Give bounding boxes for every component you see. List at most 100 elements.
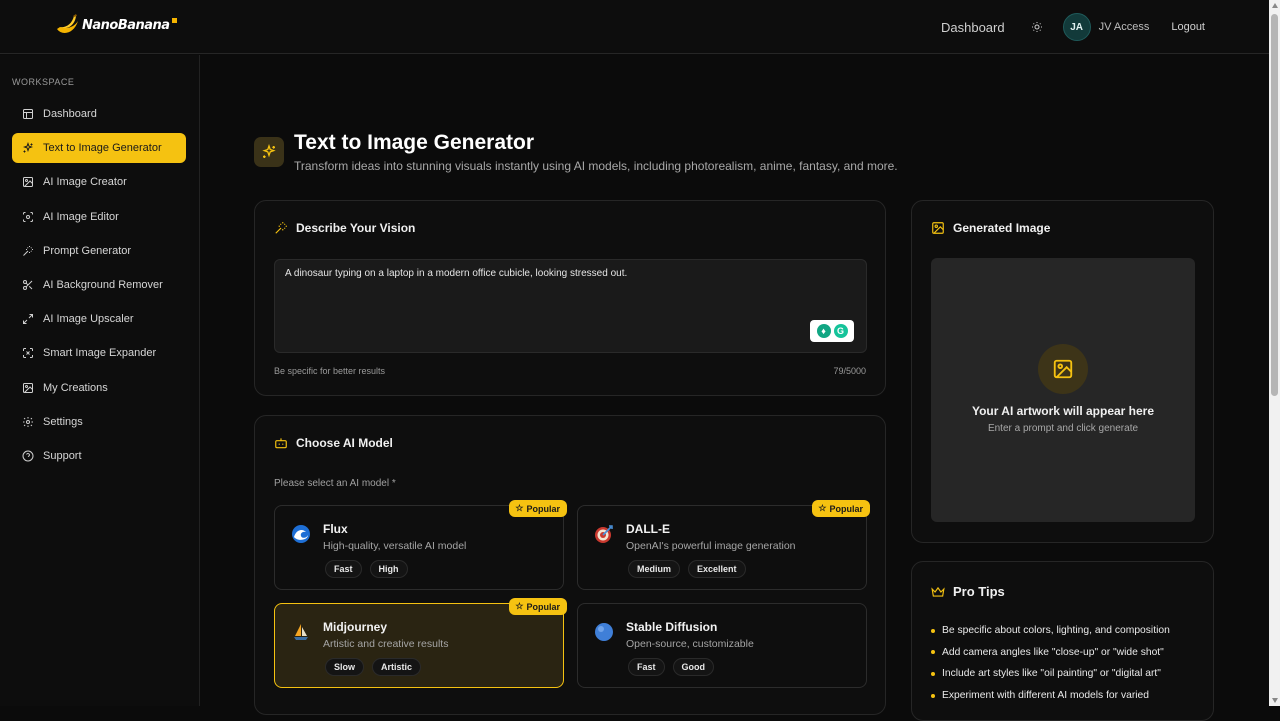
model-card: Choose AI Model Please select an AI mode… [254,415,886,715]
grammarly-widget[interactable]: ♦ G [810,320,854,342]
bullet-dot [931,650,935,655]
user-name[interactable]: JV Access [1099,21,1150,33]
top-dashboard-link[interactable]: Dashboard [941,20,1005,35]
sidebar-item-settings[interactable]: Settings [12,407,186,437]
banana-logo-icon [57,14,78,33]
model-title-text: Choose AI Model [296,436,393,450]
model-option-flux[interactable]: Flux High-quality, versatile AI model Fa… [274,500,567,590]
sparkles-icon [254,137,284,167]
model-option-stable-diffusion[interactable]: Stable Diffusion Open-source, customizab… [577,603,867,688]
wand-icon [274,221,288,235]
model-card-title: Choose AI Model [274,436,393,450]
bullet-dot [931,671,935,676]
model-option-midjourney[interactable]: Midjourney Artistic and creative results… [274,598,567,688]
popular-label: Popular [526,601,560,612]
brand-name: NanoBanana [82,17,170,33]
sidebar-item-my-creations[interactable]: My Creations [12,373,186,403]
model-tag: Slow [325,658,365,676]
sidebar-item-label: Support [43,449,82,462]
sidebar-item-prompt-generator[interactable]: Prompt Generator [12,236,186,266]
sidebar-item-support[interactable]: Support [12,441,186,471]
sidebar-item-label: AI Image Editor [43,210,119,223]
tips-list: Be specific about colors, lighting, and … [931,620,1170,706]
sidebar-item-upscaler[interactable]: AI Image Upscaler [12,304,186,334]
sparkles-icon [22,142,34,154]
sidebar-item-image-expander[interactable]: Smart Image Expander [12,338,186,368]
scroll-down-arrow-icon[interactable] [1272,698,1278,703]
sidebar-item-label: Prompt Generator [43,244,132,257]
sidebar-item-label: Text to Image Generator [43,142,162,155]
brand-dot [171,17,177,23]
sailboat-icon [294,624,308,640]
model-name: Stable Diffusion [626,620,718,634]
sidebar-item-label: AI Image Creator [43,176,127,189]
vision-title-text: Describe Your Vision [296,221,416,235]
sidebar-section-label: WORKSPACE [12,77,75,87]
globe-icon [595,623,613,641]
grammarly-icon: G [833,324,848,338]
bullet-dot [931,693,935,698]
model-tag: High [369,560,408,578]
pro-tips-card: Pro Tips Be specific about colors, light… [911,561,1214,721]
model-tag: Fast [628,658,665,676]
page-header: Text to Image Generator Transform ideas … [254,130,898,173]
model-tag: Fast [325,560,362,578]
sidebar-item-background-remover[interactable]: AI Background Remover [12,270,186,300]
popular-badge: ☆ Popular [509,598,567,615]
expand-icon [22,313,34,325]
popular-badge: ☆ Popular [812,500,870,517]
model-tag: Excellent [688,560,746,578]
prompt-textarea[interactable]: A dinosaur typing on a laptop in a moder… [274,259,867,353]
theme-toggle-sun-icon[interactable] [1023,13,1051,41]
page-scrollbar[interactable] [1269,0,1280,706]
top-bar: NanoBanana Dashboard JA JV Access Logout [0,0,1269,54]
sidebar-item-label: My Creations [43,381,108,394]
vision-card: Describe Your Vision A dinosaur typing o… [254,200,886,396]
sidebar-item-ai-image-editor[interactable]: AI Image Editor [12,202,186,232]
assistant-icon: ♦ [816,324,831,338]
tip-item: Be specific about colors, lighting, and … [931,620,1170,642]
model-option-dall-e[interactable]: DALL-E OpenAI's powerful image generatio… [577,500,870,590]
tip-item: Include art styles like "oil painting" o… [931,663,1170,685]
brand-logo[interactable]: NanoBanana [54,12,177,38]
image-icon [22,382,34,394]
help-icon [22,450,34,462]
model-desc: High-quality, versatile AI model [323,540,467,552]
sidebar-item-label: Settings [43,415,83,428]
avatar[interactable]: JA [1062,13,1091,41]
character-count: 79/5000 [833,366,866,376]
sidebar-nav: Dashboard Text to Image Generator AI Ima… [12,99,186,475]
scrollbar-thumb[interactable] [1271,14,1278,396]
prompt-text: A dinosaur typing on a laptop in a moder… [285,268,628,279]
sidebar-item-dashboard[interactable]: Dashboard [12,99,186,129]
page-title: Text to Image Generator [294,131,535,154]
image-icon [22,176,34,188]
model-name: Midjourney [323,620,388,634]
tip-text: Include art styles like "oil painting" o… [942,668,1161,680]
star-icon: ☆ [515,503,524,513]
generated-title-text: Generated Image [953,221,1051,235]
gear-icon [22,416,34,428]
wand-icon [22,245,34,257]
sidebar-item-text-to-image[interactable]: Text to Image Generator [12,133,186,164]
maximize-icon [22,347,34,359]
sidebar-item-ai-image-creator[interactable]: AI Image Creator [12,167,186,197]
target-icon [595,525,613,543]
model-tag: Good [672,658,715,676]
model-name: DALL-E [626,522,670,536]
image-placeholder-icon [1038,344,1088,394]
tips-card-title: Pro Tips [931,584,1005,599]
generated-card-title: Generated Image [931,221,1050,235]
logout-link[interactable]: Logout [1171,21,1205,33]
bot-icon [274,436,288,450]
sidebar: WORKSPACE Dashboard Text to Image Genera… [0,55,200,706]
model-desc: Artistic and creative results [323,638,449,650]
sidebar-item-label: AI Image Upscaler [43,313,134,326]
prompt-hint: Be specific for better results [274,366,386,376]
model-name: Flux [323,522,348,536]
model-tag: Artistic [372,658,422,676]
scroll-up-arrow-icon[interactable] [1272,3,1278,8]
crown-icon [931,585,945,599]
page-subtitle: Transform ideas into stunning visuals in… [294,159,898,173]
vision-card-title: Describe Your Vision [274,221,415,235]
